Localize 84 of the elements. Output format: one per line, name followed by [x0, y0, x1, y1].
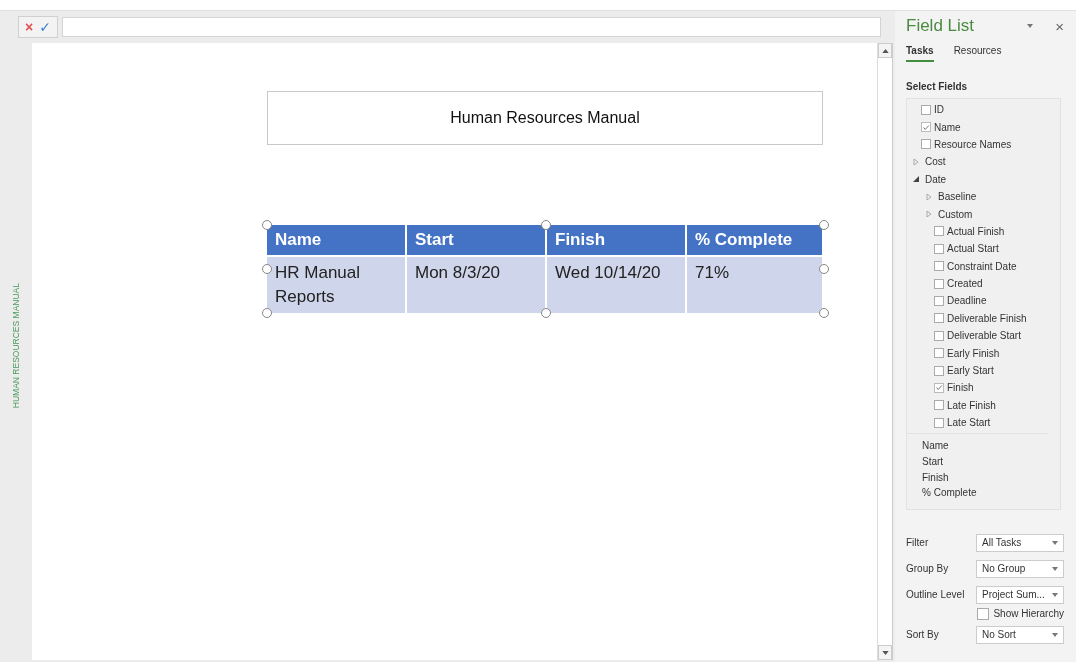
field-name: Deliverable Start — [947, 330, 1021, 342]
field-name: Early Finish — [947, 347, 1000, 359]
resize-handle[interactable] — [819, 308, 829, 318]
resize-handle[interactable] — [262, 264, 272, 274]
checkbox[interactable] — [934, 365, 944, 376]
field-name: Deadline — [947, 295, 987, 307]
field-name: Resource Names — [934, 138, 1012, 150]
option-label: Outline Level — [906, 589, 965, 601]
report-title[interactable]: Human Resources Manual — [267, 91, 823, 145]
selected-field[interactable]: % Complete — [922, 487, 1060, 503]
column-header: Start — [406, 225, 546, 256]
field-name: Actual Finish — [947, 225, 1005, 237]
checkbox[interactable] — [934, 296, 944, 306]
field-name: Deliverable Finish — [947, 312, 1027, 324]
section-label: Select Fields — [906, 81, 969, 92]
dropdown[interactable]: No Group — [976, 559, 1064, 578]
table-cell: Mon 8/3/20 — [406, 256, 546, 313]
caret-icon[interactable] — [1052, 540, 1058, 545]
panel-title: Field List — [906, 16, 976, 36]
field-name: Early Start — [947, 365, 994, 377]
column-header: Name — [267, 225, 406, 256]
table-cell: HR Manual Reports — [267, 256, 406, 313]
checkbox[interactable] — [934, 313, 944, 324]
field-name: ID — [934, 104, 944, 116]
caret-icon[interactable] — [1052, 632, 1058, 637]
resize-handle[interactable] — [819, 220, 829, 230]
resize-handle[interactable] — [819, 264, 829, 274]
selected-field[interactable]: Start — [922, 456, 1060, 472]
caret-icon[interactable] — [1052, 592, 1058, 597]
checkbox[interactable] — [934, 243, 944, 254]
field-name: Actual Start — [947, 243, 999, 255]
checkbox[interactable] — [934, 348, 944, 359]
field-name: Late Finish — [947, 399, 996, 411]
checkbox[interactable] — [934, 382, 944, 393]
expand-triangle-icon[interactable] — [926, 211, 932, 218]
resize-handle[interactable] — [540, 308, 551, 318]
close-button[interactable]: × — [1055, 17, 1064, 35]
expand-triangle-icon[interactable] — [913, 158, 919, 165]
resize-handle[interactable] — [262, 220, 272, 230]
field-name: Finish — [947, 382, 974, 394]
dropdown-caret-icon[interactable] — [1027, 24, 1034, 28]
resize-handle[interactable] — [540, 220, 551, 230]
dropdown[interactable]: Project Sum... — [976, 585, 1064, 604]
table-cell: 71% — [686, 256, 823, 313]
checkbox[interactable] — [921, 139, 931, 150]
dropdown[interactable]: All Tasks — [976, 533, 1064, 552]
option-label: Group By — [906, 563, 949, 575]
expand-triangle-icon[interactable] — [926, 193, 932, 200]
selected-field[interactable]: Name — [922, 440, 1060, 456]
checkbox[interactable] — [921, 104, 931, 115]
field-group[interactable]: Baseline — [938, 191, 977, 203]
checkbox[interactable] — [921, 122, 931, 133]
option-label: Sort By — [906, 629, 939, 641]
field-name: Created — [947, 278, 983, 290]
field-name: Constraint Date — [947, 260, 1017, 272]
tab[interactable]: Tasks — [906, 45, 934, 62]
checkbox[interactable] — [934, 226, 944, 237]
checkbox[interactable] — [934, 261, 944, 272]
field-group[interactable]: Custom — [938, 208, 973, 220]
field-name: Late Start — [947, 417, 991, 429]
checkbox[interactable] — [934, 417, 944, 428]
option-label: Show Hierarchy — [993, 608, 1064, 620]
table-cell: Wed 10/14/20 — [546, 256, 686, 313]
checkbox[interactable] — [934, 400, 944, 411]
tab[interactable]: Resources — [953, 45, 1002, 62]
checkbox[interactable] — [977, 607, 990, 620]
selected-field[interactable]: Finish — [922, 471, 1060, 488]
collapse-triangle-icon[interactable] — [913, 176, 919, 183]
checkbox[interactable] — [934, 330, 944, 341]
field-name: Name — [934, 121, 961, 133]
resize-handle[interactable] — [262, 308, 272, 318]
field-group[interactable]: Date — [925, 173, 947, 185]
column-header: Finish — [546, 225, 686, 256]
scroll-down-icon[interactable] — [878, 645, 892, 660]
report-table[interactable]: Name Start Finish % Complete HR Manual Reports Mon 8/3/20 Wed 10/14/20 71% — [267, 225, 824, 313]
column-header: % Complete — [686, 225, 823, 256]
confirm-button[interactable]: ✓ — [39, 20, 51, 34]
report-label: HUMAN RESOURCES MANUAL — [11, 283, 21, 409]
caret-icon[interactable] — [1052, 566, 1058, 571]
field-group[interactable]: Cost — [925, 156, 946, 168]
checkbox[interactable] — [934, 278, 944, 289]
option-label: Filter — [906, 537, 929, 549]
dropdown[interactable]: No Sort — [976, 625, 1064, 644]
scroll-up-icon[interactable] — [878, 43, 892, 58]
